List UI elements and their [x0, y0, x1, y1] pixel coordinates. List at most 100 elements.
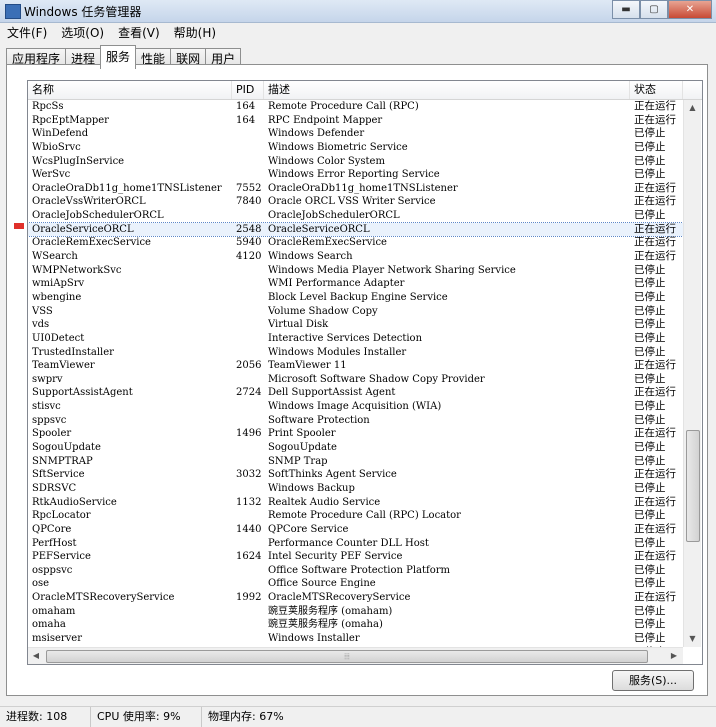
table-row[interactable]: WerSvc Windows Error Reporting Service 已停止	[28, 168, 683, 182]
service-status: 正在运行	[634, 468, 676, 481]
table-row[interactable]: RpcSs 164 Remote Procedure Call (RPC) 正在运行	[28, 100, 683, 114]
table-row[interactable]: WSearch 4120 Windows Search 正在运行	[28, 250, 683, 264]
service-name: Spooler	[32, 428, 72, 440]
services-list[interactable]: 名称 PID 描述 状态 RpcSs 164 Remote Procedure Ca…	[27, 80, 703, 665]
status-processes: 进程数: 108	[0, 707, 91, 727]
service-pid: 1624	[236, 551, 262, 563]
service-name: OracleServiceORCL	[32, 223, 134, 235]
table-row[interactable]: SupportAssistAgent 2724 Dell SupportAssist…	[28, 386, 683, 400]
table-row[interactable]: SNMPTRAP SNMP Trap 已停止	[28, 455, 683, 469]
table-row[interactable]: PerfHost Performance Counter DLL Host 已停止	[28, 537, 683, 551]
table-row[interactable]: OracleServiceORCL 2548 OracleServiceORCL 正在…	[28, 221, 683, 238]
table-row[interactable]: wmiApSrv WMI Performance Adapter 已停止	[28, 277, 683, 291]
table-row[interactable]: omaham 豌豆荚服务程序 (omaham) 已停止	[28, 605, 683, 619]
service-status: 正在运行	[634, 236, 676, 249]
service-name: QPCore	[32, 523, 72, 535]
column-header-pid[interactable]: PID	[232, 81, 264, 99]
table-row[interactable]: OracleOraDb11g_home1TNSListener 7552 Oracl…	[28, 182, 683, 196]
maximize-button[interactable]: ▢	[640, 0, 668, 19]
tab-services[interactable]: 服务	[100, 45, 137, 69]
table-row[interactable]: WcsPlugInService Windows Color System 已停止	[28, 155, 683, 169]
title-bar[interactable]: Windows 任务管理器 ▬ ▢ ✕	[0, 0, 716, 23]
table-row[interactable]: OracleMTSRecoveryService 1992 OracleMTSRec…	[28, 591, 683, 605]
column-header-description[interactable]: 描述	[264, 81, 630, 99]
table-row[interactable]: UI0Detect Interactive Services Detection 已…	[28, 332, 683, 346]
table-row[interactable]: osppsvc Office Software Protection Platfo…	[28, 564, 683, 578]
status-bar: 进程数: 108 CPU 使用率: 9% 物理内存: 67%	[0, 706, 716, 727]
table-row[interactable]: OracleRemExecService 5940 OracleRemExecSer…	[28, 236, 683, 250]
service-name: swprv	[32, 373, 63, 385]
scroll-up-icon[interactable]: ▲	[684, 100, 701, 116]
service-description: Windows Image Acquisition (WIA)	[268, 401, 442, 413]
service-description: OracleJobSchedulerORCL	[268, 210, 400, 222]
service-status: 已停止	[634, 263, 666, 276]
service-pid: 5940	[236, 237, 262, 249]
table-row[interactable]: RpcEptMapper 164 RPC Endpoint Mapper 正在运行	[28, 114, 683, 128]
service-status: 正在运行	[634, 550, 676, 563]
table-row[interactable]: omaha 豌豆荚服务程序 (omaha) 已停止	[28, 618, 683, 632]
menu-help[interactable]: 帮助(H)	[167, 23, 223, 42]
table-row[interactable]: msiserver Windows Installer 已停止	[28, 632, 683, 646]
service-name: WinDefend	[32, 128, 89, 140]
table-row[interactable]: PEFService 1624 Intel Security PEF Service…	[28, 550, 683, 564]
table-row[interactable]: TeamViewer 2056 TeamViewer 11 正在运行	[28, 359, 683, 373]
horizontal-scrollbar[interactable]: ◀ ⦙⦙⦙ ▶	[28, 647, 683, 664]
service-description: TeamViewer 11	[268, 360, 347, 372]
service-status: 已停止	[634, 290, 666, 303]
service-description: Dell SupportAssist Agent	[268, 387, 396, 399]
service-description: OracleRemExecService	[268, 237, 387, 249]
table-row[interactable]: vds Virtual Disk 已停止	[28, 318, 683, 332]
scroll-left-icon[interactable]: ◀	[28, 648, 44, 664]
table-row[interactable]: SogouUpdate SogouUpdate 已停止	[28, 441, 683, 455]
menu-view[interactable]: 查看(V)	[111, 23, 167, 42]
minimize-button[interactable]: ▬	[612, 0, 640, 19]
table-row[interactable]: RpcLocator Remote Procedure Call (RPC) Lo…	[28, 509, 683, 523]
service-description: Office Source Engine	[268, 578, 376, 590]
services-button[interactable]: 服务(S)...	[612, 670, 694, 691]
menu-bar: 文件(F) 选项(O) 查看(V) 帮助(H)	[0, 23, 716, 42]
service-description: QPCore Service	[268, 523, 349, 535]
table-row[interactable]: OracleJobSchedulerORCL OracleJobScheduler…	[28, 209, 683, 223]
horizontal-scroll-thumb[interactable]: ⦙⦙⦙	[46, 650, 648, 663]
scroll-down-icon[interactable]: ▼	[684, 631, 701, 647]
table-row[interactable]: WMPNetworkSvc Windows Media Player Networ…	[28, 264, 683, 278]
service-status: 已停止	[634, 604, 666, 617]
table-row[interactable]: RtkAudioService 1132 Realtek Audio Service…	[28, 496, 683, 510]
service-pid: 1992	[236, 592, 262, 604]
service-name: RpcSs	[32, 101, 64, 112]
table-row[interactable]: WinDefend Windows Defender 已停止	[28, 127, 683, 141]
close-button[interactable]: ✕	[668, 0, 712, 19]
service-name: stisvc	[32, 401, 61, 413]
table-row[interactable]: SDRSVC Windows Backup 已停止	[28, 482, 683, 496]
table-row[interactable]: SftService 3032 SoftThinks Agent Service 正在…	[28, 468, 683, 482]
column-header-status[interactable]: 状态	[630, 81, 683, 99]
service-name: TrustedInstaller	[32, 346, 114, 358]
table-row[interactable]: ose Office Source Engine 已停止	[28, 577, 683, 591]
table-row[interactable]: wbengine Block Level Backup Engine Servic…	[28, 291, 683, 305]
menu-options[interactable]: 选项(O)	[54, 23, 111, 42]
scroll-right-icon[interactable]: ▶	[666, 648, 682, 664]
vertical-scroll-thumb[interactable]	[686, 430, 700, 542]
column-header-name[interactable]: 名称	[28, 81, 232, 99]
service-name: ose	[32, 578, 50, 590]
table-row[interactable]: QPCore 1440 QPCore Service 正在运行	[28, 523, 683, 537]
service-pid: 1132	[236, 496, 262, 508]
service-description: Remote Procedure Call (RPC) Locator	[268, 510, 461, 522]
table-row[interactable]: TrustedInstaller Windows Modules Installe…	[28, 346, 683, 360]
status-memory: 物理内存: 67%	[208, 710, 284, 723]
table-row[interactable]: stisvc Windows Image Acquisition (WIA) 已停止	[28, 400, 683, 414]
table-row[interactable]: VSS Volume Shadow Copy 已停止	[28, 305, 683, 319]
service-status: 已停止	[634, 441, 666, 454]
vertical-scrollbar[interactable]: ▲ ▼	[683, 100, 701, 647]
service-description: Volume Shadow Copy	[268, 305, 378, 317]
table-row[interactable]: Spooler 1496 Print Spooler 正在运行	[28, 427, 683, 441]
table-row[interactable]: sppsvc Software Protection 已停止	[28, 414, 683, 428]
service-description: Block Level Backup Engine Service	[268, 291, 448, 303]
menu-file[interactable]: 文件(F)	[0, 23, 54, 42]
table-row[interactable]: WbioSrvc Windows Biometric Service 已停止	[28, 141, 683, 155]
service-name: WcsPlugInService	[32, 155, 125, 167]
tab-strip: 应用程序 进程 服务 性能 联网 用户	[6, 45, 242, 69]
table-row[interactable]: swprv Microsoft Software Shadow Copy Prov…	[28, 373, 683, 387]
table-row[interactable]: OracleVssWriterORCL 7840 Oracle ORCL VSS W…	[28, 195, 683, 209]
selection-marker	[14, 223, 24, 229]
